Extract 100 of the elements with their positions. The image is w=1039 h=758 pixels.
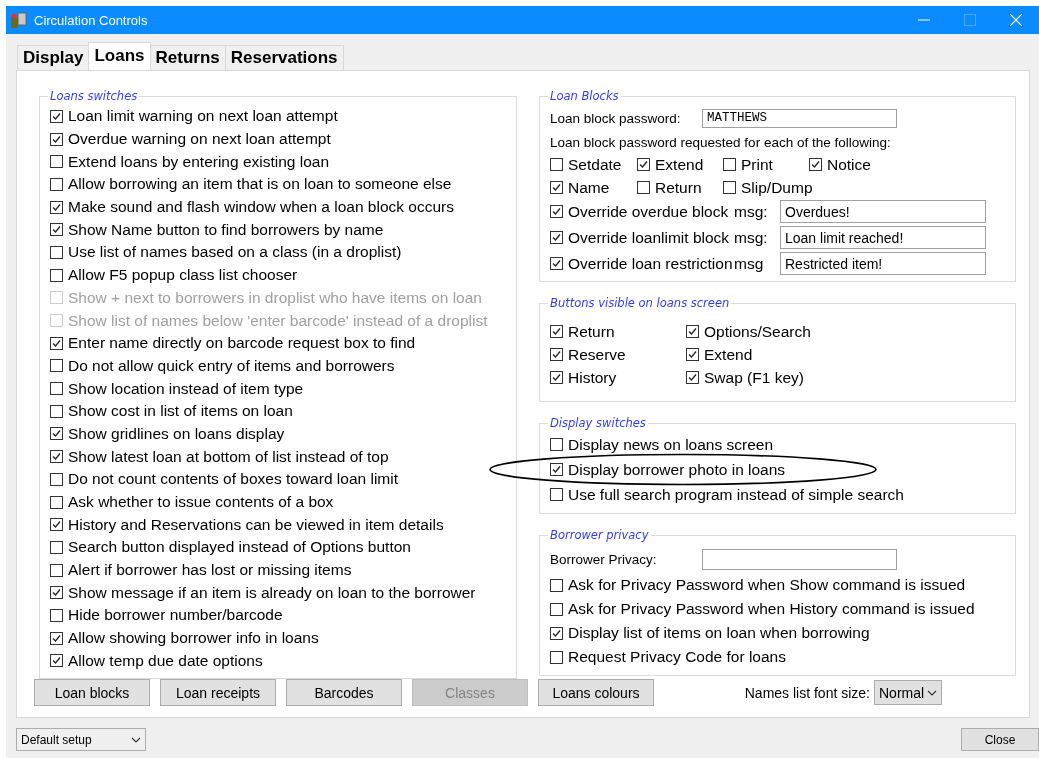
checkbox[interactable] (550, 257, 563, 270)
checkbox[interactable] (50, 177, 63, 191)
checkbox-label: Override overdue block (568, 202, 729, 221)
checkbox-label: History (568, 368, 617, 387)
message-field[interactable]: Loan limit reached! (780, 226, 986, 249)
checkbox-label: Show gridlines on loans display (68, 424, 285, 443)
checkbox[interactable] (50, 450, 63, 464)
tab[interactable]: Loans (88, 42, 151, 70)
checkbox[interactable] (809, 158, 822, 171)
checkbox-label: Ask for Privacy Password when History command is issued (568, 600, 975, 618)
checkbox[interactable] (50, 245, 63, 259)
checkbox-label: Allow F5 popup class list chooser (68, 266, 298, 285)
checkbox[interactable] (550, 158, 563, 171)
checkbox-label: Override loanlimit block (568, 228, 730, 247)
group-title: Loans switches (49, 89, 139, 103)
checkbox[interactable] (550, 438, 563, 451)
checkbox[interactable] (550, 650, 563, 664)
checkbox-label: Do not count contents of boxes toward loan limit (68, 470, 398, 489)
checkbox-label: History and Reservations can be viewed in item details (68, 515, 444, 534)
checkbox[interactable] (50, 109, 63, 123)
checkbox-label: Show + next to borrowers in droplist who have items on loan (68, 288, 482, 307)
field-label: Borrower Privacy: (550, 552, 658, 567)
checkbox[interactable] (723, 181, 736, 194)
checkbox[interactable] (50, 359, 63, 373)
checkbox-label: Print (741, 155, 773, 174)
tab[interactable]: Reservations (224, 45, 344, 70)
close-icon[interactable] (1010, 14, 1022, 26)
checkbox-label: Setdate (568, 155, 622, 174)
action-button[interactable]: Loans colours (538, 679, 654, 706)
font-size-dropdown[interactable]: Normal (874, 680, 942, 705)
checkbox[interactable] (550, 205, 563, 218)
field-label: Loan block password: (550, 110, 682, 126)
checkbox[interactable] (686, 371, 699, 384)
checkbox[interactable] (50, 404, 63, 418)
checkbox-label: Return (655, 178, 702, 197)
checkbox[interactable] (50, 200, 63, 214)
checkbox[interactable] (50, 608, 63, 622)
checkbox[interactable] (550, 231, 563, 244)
checkbox-label: Allow showing borrower info in loans (68, 629, 319, 648)
checkbox[interactable] (637, 158, 650, 171)
checkbox[interactable] (550, 181, 563, 194)
checkbox-label: Ask whether to issue contents of a box (68, 493, 334, 512)
checkbox[interactable] (50, 654, 63, 668)
checkbox-label: Options/Search (704, 322, 811, 341)
message-field[interactable]: Restricted item! (780, 252, 986, 275)
checkbox[interactable] (50, 586, 63, 600)
checkbox[interactable] (550, 348, 563, 361)
checkbox[interactable] (550, 325, 563, 338)
group-title: Buttons visible on loans screen (549, 296, 731, 310)
password-field[interactable]: MATTHEWS (702, 108, 897, 128)
chevron-down-icon (927, 689, 937, 696)
action-button[interactable]: Barcodes (286, 679, 402, 706)
checkbox-label: Name (568, 178, 610, 197)
checkbox[interactable] (550, 578, 563, 592)
checkbox[interactable] (637, 181, 650, 194)
checkbox[interactable] (550, 488, 563, 501)
checkbox[interactable] (50, 427, 63, 441)
checkbox-label: Show message if an item is already on loan to the borrower (68, 583, 476, 602)
instruction-text: Loan block password requested for each of the following: (550, 134, 891, 150)
setup-dropdown[interactable]: Default setup (16, 728, 146, 751)
checkbox[interactable] (50, 631, 63, 645)
checkbox[interactable] (50, 540, 63, 554)
checkbox-label: Enter name directly on barcode request box to find (68, 334, 416, 353)
checkbox-label: Extend (655, 155, 704, 174)
checkbox-label: Swap (F1 key) (704, 368, 804, 387)
checkbox[interactable] (50, 223, 63, 237)
checkbox-label: Show latest loan at bottom of list instead of top (68, 447, 389, 466)
checkbox[interactable] (723, 158, 736, 171)
action-button[interactable]: Loan receipts (160, 679, 276, 706)
checkbox[interactable] (50, 336, 63, 350)
checkbox[interactable] (50, 563, 63, 577)
checkbox[interactable] (50, 495, 63, 509)
window-title: Circulation Controls (34, 12, 148, 28)
msg-label: msg (734, 254, 765, 273)
action-button[interactable]: Loan blocks (34, 679, 150, 706)
checkbox[interactable] (50, 155, 63, 169)
tab[interactable]: Display (17, 45, 90, 70)
checkbox[interactable] (50, 382, 63, 396)
checkbox-label: Extend loans by entering existing loan (68, 152, 330, 171)
checkbox-label: Show list of names below 'enter barcode' instead of a droplist (68, 311, 488, 330)
checkbox[interactable] (50, 518, 63, 532)
checkbox[interactable] (686, 325, 699, 338)
checkbox[interactable] (50, 472, 63, 486)
checkbox[interactable] (550, 602, 563, 616)
checkbox-label: Ask for Privacy Password when Show command is issued (568, 576, 966, 594)
msg-label: msg: (734, 202, 769, 221)
checkbox[interactable] (550, 626, 563, 640)
message-field[interactable]: Overdues! (780, 200, 986, 223)
checkbox[interactable] (550, 463, 563, 476)
checkbox[interactable] (50, 132, 63, 146)
checkbox-label: Alert if borrower has lost or missing items (68, 561, 352, 580)
close-button[interactable]: Close (961, 728, 1039, 751)
checkbox[interactable] (50, 268, 63, 282)
checkbox-label: Return (568, 322, 615, 341)
checkbox-label: Request Privacy Code for loans (568, 648, 786, 666)
group-title: Display switches (549, 416, 647, 430)
checkbox[interactable] (550, 371, 563, 384)
group-title: Borrower privacy (549, 528, 650, 542)
privacy-field[interactable] (702, 549, 897, 570)
checkbox[interactable] (686, 348, 699, 361)
